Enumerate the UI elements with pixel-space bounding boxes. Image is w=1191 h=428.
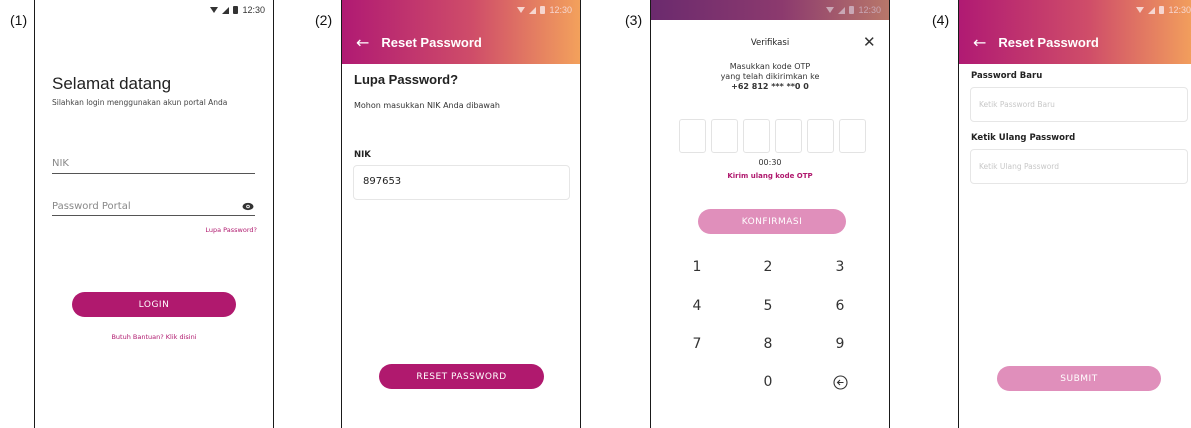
otp-instruction: Masukkan kode OTP yang telah dikirimkan … (651, 62, 889, 92)
retype-password-field[interactable]: Ketik Ulang Password (970, 149, 1188, 184)
welcome-subtitle: Silahkan login menggunakan akun portal A… (52, 98, 228, 107)
otp-line-2: yang telah dikirimkan ke (720, 72, 820, 81)
backspace-icon[interactable] (833, 375, 848, 390)
signal-icon (529, 6, 537, 14)
status-bar: 12:30 (959, 0, 1191, 20)
submit-button[interactable]: SUBMIT (997, 366, 1161, 391)
battery-icon (233, 6, 239, 14)
battery-icon (849, 6, 855, 14)
password-underline (52, 215, 255, 216)
otp-verification-screen: 12:30 Verifikasi ✕ Masukkan kode OTP yan… (650, 0, 890, 428)
battery-icon (540, 6, 546, 14)
otp-digit-box[interactable] (807, 119, 834, 153)
new-password-screen: 12:30 ← Reset Password Password Baru Ket… (958, 0, 1191, 428)
status-time: 12:30 (549, 5, 572, 15)
otp-line-1: Masukkan kode OTP (729, 62, 811, 71)
help-link[interactable]: Butuh Bantuan? Klik disini (35, 333, 273, 341)
confirm-button[interactable]: KONFIRMASI (698, 209, 846, 234)
otp-digit-box[interactable] (711, 119, 738, 153)
arrow-left-icon[interactable]: ← (973, 33, 986, 52)
status-bar: 12:30 (342, 0, 580, 20)
wifi-icon (1136, 7, 1145, 13)
keypad-key[interactable]: 6 (825, 298, 855, 314)
instruction-text: Mohon masukkan NIK Anda dibawah (354, 101, 500, 110)
panel-label-1: (1) (10, 12, 28, 28)
nik-label: NIK (354, 150, 371, 160)
welcome-title: Selamat datang (52, 74, 172, 93)
otp-digit-box[interactable] (743, 119, 770, 153)
keypad-key[interactable]: 0 (753, 374, 783, 390)
otp-digit-box[interactable] (679, 119, 706, 153)
nik-field[interactable]: 897653 (353, 165, 570, 200)
app-bar: ← Reset Password (342, 20, 580, 64)
keypad-key[interactable]: 5 (753, 298, 783, 314)
panel-label-4: (4) (932, 12, 950, 28)
keypad-key[interactable]: 4 (682, 298, 712, 314)
panel-label-2: (2) (315, 12, 333, 28)
otp-timer: 00:30 (758, 158, 782, 167)
resend-otp-link[interactable]: Kirim ulang kode OTP (651, 172, 889, 180)
panel-label-3: (3) (625, 12, 643, 28)
battery-icon (1159, 6, 1165, 14)
app-bar: ← Reset Password (959, 20, 1191, 64)
eye-icon[interactable] (242, 202, 254, 211)
nik-value: 897653 (363, 176, 402, 187)
forgot-password-link[interactable]: Lupa Password? (205, 226, 257, 234)
page-heading: Lupa Password? (354, 72, 459, 87)
keypad-key[interactable]: 9 (825, 336, 855, 352)
otp-digit-box[interactable] (839, 119, 866, 153)
arrow-left-icon[interactable]: ← (356, 33, 369, 52)
keypad-key[interactable]: 1 (682, 259, 712, 275)
keypad-key[interactable]: 3 (825, 259, 855, 275)
retype-password-label: Ketik Ulang Password (971, 133, 1076, 143)
dialog-title: Verifikasi (750, 38, 790, 48)
app-bar-title: Reset Password (381, 34, 482, 50)
keypad-key[interactable]: 2 (753, 259, 783, 275)
retype-password-placeholder: Ketik Ulang Password (979, 162, 1060, 171)
login-button[interactable]: LOGIN (72, 292, 236, 317)
keypad-key[interactable]: 7 (682, 336, 712, 352)
new-password-label: Password Baru (971, 71, 1043, 81)
reset-password-button[interactable]: RESET PASSWORD (379, 364, 544, 389)
otp-digit-box[interactable] (775, 119, 802, 153)
reset-password-screen: 12:30 ← Reset Password Lupa Password? Mo… (341, 0, 581, 428)
phone-number: +62 812 *** **0 0 (731, 82, 809, 91)
signal-icon (222, 6, 230, 14)
wifi-icon (826, 7, 835, 13)
app-bar-title: Reset Password (998, 34, 1099, 50)
keypad-key[interactable]: 8 (753, 336, 783, 352)
status-time: 12:30 (1168, 5, 1191, 15)
wifi-icon (517, 7, 526, 13)
status-bar: 12:30 (35, 0, 273, 20)
close-icon[interactable]: ✕ (863, 33, 876, 51)
nik-underline (52, 173, 255, 174)
login-screen: 12:30 Selamat datang Silahkan login meng… (34, 0, 274, 428)
wifi-icon (210, 7, 219, 13)
status-bar: 12:30 (651, 0, 889, 20)
password-input[interactable]: Password Portal (52, 201, 131, 212)
signal-icon (1148, 6, 1156, 14)
status-time: 12:30 (858, 5, 881, 15)
status-time: 12:30 (242, 5, 265, 15)
new-password-placeholder: Ketik Password Baru (979, 100, 1055, 109)
new-password-field[interactable]: Ketik Password Baru (970, 87, 1188, 122)
signal-icon (838, 6, 846, 14)
nik-input[interactable]: NIK (52, 158, 69, 169)
